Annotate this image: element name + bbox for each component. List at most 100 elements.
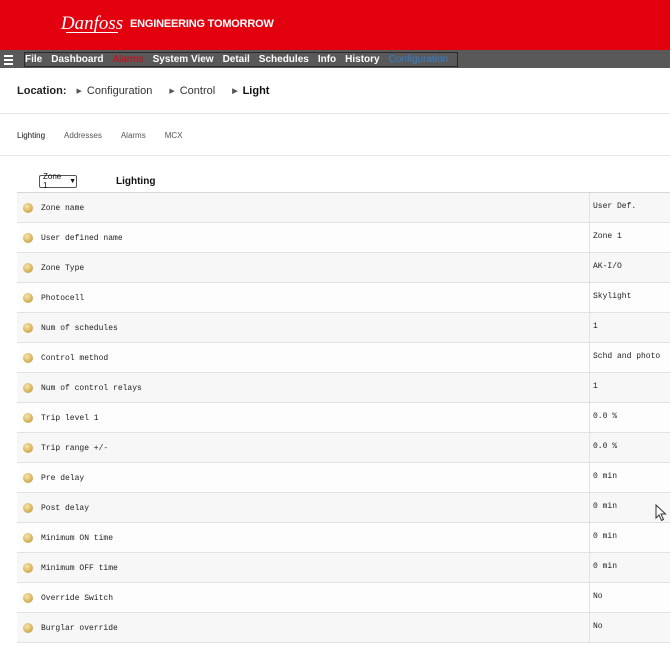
tagline: ENGINEERING TOMORROW	[130, 18, 274, 30]
zone-select-value: Zone 1	[43, 172, 62, 190]
parameter-value: 0.0 %	[590, 403, 670, 432]
tab-alarms[interactable]: Alarms	[121, 131, 146, 140]
parameter-name: Zone Type	[41, 264, 85, 273]
parameter-name-cell: Zone name	[17, 193, 590, 222]
parameter-name-cell: Post delay	[17, 493, 590, 522]
menu-alarms[interactable]: Alarms	[112, 54, 143, 65]
table-row[interactable]: Minimum OFF time 0 min	[17, 553, 670, 583]
edit-parameter-icon[interactable]	[23, 202, 33, 213]
edit-parameter-icon[interactable]	[23, 232, 33, 243]
breadcrumb: Location: ▶ Configuration ▶ Control ▶ Li…	[0, 68, 670, 114]
parameter-name: User defined name	[41, 234, 123, 243]
parameter-name: Trip level 1	[41, 414, 99, 423]
table-row[interactable]: Zone name User Def.	[17, 193, 670, 223]
breadcrumb-arrow-icon: ▶	[169, 87, 175, 95]
menu-frame: File Dashboard Alarms System View Detail…	[24, 51, 459, 67]
table-row[interactable]: Zone Type AK-I/O	[17, 253, 670, 283]
edit-parameter-icon[interactable]	[23, 382, 33, 393]
panel-header: Zone 1 ▼ Lighting	[17, 170, 670, 192]
table-row[interactable]: Pre delay 0 min	[17, 463, 670, 493]
parameter-name: Burglar override	[41, 624, 118, 633]
parameter-value: No	[590, 583, 670, 612]
edit-parameter-icon[interactable]	[23, 262, 33, 273]
edit-parameter-icon[interactable]	[23, 532, 33, 543]
tab-addresses[interactable]: Addresses	[64, 131, 102, 140]
menu-info[interactable]: Info	[318, 54, 336, 65]
edit-parameter-icon[interactable]	[23, 622, 33, 633]
edit-parameter-icon[interactable]	[23, 472, 33, 483]
zone-select[interactable]: Zone 1 ▼	[39, 172, 77, 190]
edit-parameter-icon[interactable]	[23, 502, 33, 513]
parameter-value: 0 min	[590, 553, 670, 582]
crumb-label: Configuration	[86, 84, 153, 97]
table-row[interactable]: Photocell Skylight	[17, 283, 670, 313]
crumb-label: Control	[179, 84, 216, 97]
parameter-name: Post delay	[41, 504, 90, 513]
table-row[interactable]: Minimum ON time 0 min	[17, 523, 670, 553]
menu-detail[interactable]: Detail	[223, 54, 250, 65]
edit-parameter-icon[interactable]	[23, 412, 33, 423]
location-label: Location:	[17, 84, 67, 97]
parameter-name: Photocell	[41, 294, 85, 303]
parameter-value: 0.0 %	[590, 433, 670, 462]
table-row[interactable]: User defined name Zone 1	[17, 223, 670, 253]
parameter-value: AK-I/O	[590, 253, 670, 282]
danfoss-logo: Danfoss	[61, 9, 123, 39]
parameter-name-cell: Minimum OFF time	[17, 553, 590, 582]
edit-parameter-icon[interactable]	[23, 592, 33, 603]
parameter-name-cell: Zone Type	[17, 253, 590, 282]
parameter-value: Skylight	[590, 283, 670, 312]
parameter-name: Zone name	[41, 204, 85, 213]
breadcrumb-arrow-icon: ▶	[232, 87, 238, 95]
menu-system-view[interactable]: System View	[153, 54, 214, 65]
table-row[interactable]: Num of schedules 1	[17, 313, 670, 343]
parameter-name-cell: Minimum ON time	[17, 523, 590, 552]
menu-configuration[interactable]: Configuration	[389, 54, 448, 65]
parameter-value: Schd and photo	[590, 343, 670, 372]
parameter-name: Minimum ON time	[41, 534, 114, 543]
parameter-value: Zone 1	[590, 223, 670, 252]
table-row[interactable]: Trip range +/- 0.0 %	[17, 433, 670, 463]
parameter-name-cell: Num of schedules	[17, 313, 590, 342]
table-row[interactable]: Post delay 0 min	[17, 493, 670, 523]
brand-bar: Danfoss ENGINEERING TOMORROW	[0, 0, 670, 50]
table-row[interactable]: Control method Schd and photo	[17, 343, 670, 373]
parameter-value: 1	[590, 373, 670, 402]
parameter-value: 1	[590, 313, 670, 342]
edit-parameter-icon[interactable]	[23, 352, 33, 363]
tab-mcx[interactable]: MCX	[165, 131, 183, 140]
menu-bar: File Dashboard Alarms System View Detail…	[0, 50, 670, 68]
edit-parameter-icon[interactable]	[23, 322, 33, 333]
table-row[interactable]: Num of control relays 1	[17, 373, 670, 403]
parameter-value: User Def.	[590, 193, 670, 222]
parameter-value: No	[590, 613, 670, 642]
mouse-cursor-icon	[655, 504, 667, 522]
crumb-configuration[interactable]: ▶ Configuration	[77, 85, 153, 97]
table-row[interactable]: Trip level 1 0.0 %	[17, 403, 670, 433]
crumb-light[interactable]: ▶ Light	[232, 85, 269, 97]
parameter-value: 0 min	[590, 463, 670, 492]
parameter-name-cell: Trip level 1	[17, 403, 590, 432]
tab-lighting[interactable]: Lighting	[17, 131, 45, 140]
hamburger-menu-icon[interactable]	[4, 54, 18, 65]
parameter-name: Minimum OFF time	[41, 564, 118, 573]
menu-file[interactable]: File	[25, 54, 42, 65]
parameter-name: Trip range +/-	[41, 444, 109, 453]
menu-history[interactable]: History	[345, 54, 379, 65]
edit-parameter-icon[interactable]	[23, 562, 33, 573]
parameter-name-cell: User defined name	[17, 223, 590, 252]
breadcrumb-arrow-icon: ▶	[76, 87, 82, 95]
table-row[interactable]: Override Switch No	[17, 583, 670, 613]
parameter-name-cell: Num of control relays	[17, 373, 590, 402]
tab-bar: Lighting Addresses Alarms MCX	[0, 116, 670, 156]
crumb-control[interactable]: ▶ Control	[169, 85, 215, 97]
parameter-name-cell: Control method	[17, 343, 590, 372]
parameter-name: Num of control relays	[41, 384, 142, 393]
edit-parameter-icon[interactable]	[23, 292, 33, 303]
menu-dashboard[interactable]: Dashboard	[51, 54, 103, 65]
menu-schedules[interactable]: Schedules	[259, 54, 309, 65]
table-row[interactable]: Burglar override No	[17, 613, 670, 643]
edit-parameter-icon[interactable]	[23, 442, 33, 453]
parameter-name: Override Switch	[41, 594, 114, 603]
parameter-name: Control method	[41, 354, 109, 363]
